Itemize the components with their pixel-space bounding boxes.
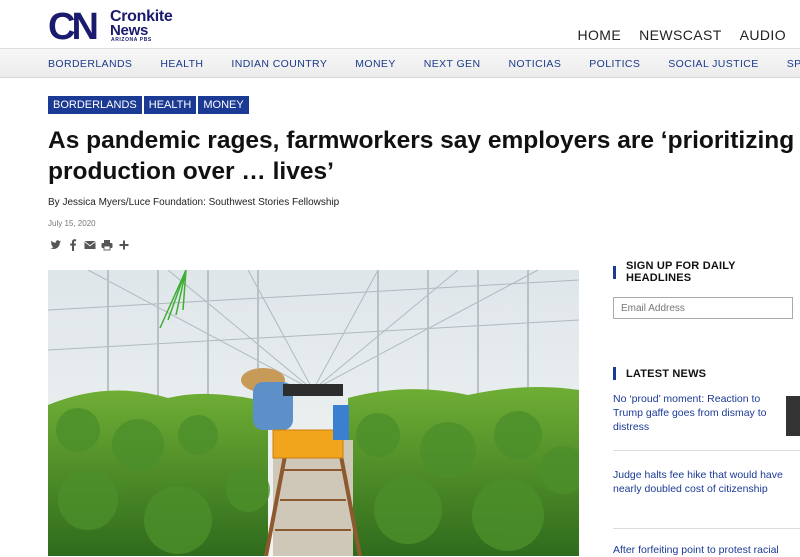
latest-news-item[interactable]: Judge halts fee hike that would have nea… — [613, 468, 783, 496]
heading-accent-bar — [613, 367, 616, 380]
plus-icon[interactable] — [118, 238, 130, 250]
share-bar — [50, 238, 130, 251]
section-nav-noticias[interactable]: NOTICIAS — [508, 58, 561, 70]
divider — [613, 450, 800, 451]
section-nav-sport[interactable]: SPORT — [787, 58, 800, 70]
section-nav-indian-country[interactable]: INDIAN COUNTRY — [231, 58, 327, 70]
top-nav-newscast[interactable]: NEWSCAST — [639, 27, 722, 43]
article-tags: BORDERLANDS HEALTH MONEY — [48, 96, 249, 114]
article-date: July 15, 2020 — [48, 219, 96, 228]
article-hero-image — [48, 270, 579, 556]
facebook-icon[interactable] — [67, 238, 79, 251]
tag-health[interactable]: HEALTH — [143, 96, 197, 114]
print-icon[interactable] — [101, 238, 113, 251]
latest-news-item[interactable]: No ‘proud’ moment: Reaction to Trump gaf… — [613, 392, 783, 434]
tag-borderlands[interactable]: BORDERLANDS — [48, 96, 142, 114]
article-title: As pandemic rages, farmworkers say emplo… — [48, 127, 795, 185]
twitter-icon[interactable] — [50, 238, 62, 250]
email-field[interactable] — [613, 297, 793, 319]
latest-news-item[interactable]: After forfeiting point to protest racial — [613, 543, 783, 557]
cronkite-news-logo[interactable]: CN Cronkite News ARIZONA PBS — [48, 6, 188, 44]
section-nav-money[interactable]: MONEY — [355, 58, 396, 70]
top-nav: HOME NEWSCAST AUDIO — [578, 27, 787, 43]
email-icon[interactable] — [84, 238, 96, 250]
section-nav-next-gen[interactable]: NEXT GEN — [424, 58, 481, 70]
article-byline: By Jessica Myers/Luce Foundation: Southw… — [48, 197, 340, 208]
section-nav: BORDERLANDS HEALTH INDIAN COUNTRY MONEY … — [0, 48, 800, 78]
divider — [613, 528, 800, 529]
tag-money[interactable]: MONEY — [198, 96, 249, 114]
section-nav-borderlands[interactable]: BORDERLANDS — [48, 58, 132, 70]
section-nav-health[interactable]: HEALTH — [160, 58, 203, 70]
logo-subtitle: ARIZONA PBS — [111, 37, 152, 43]
top-nav-home[interactable]: HOME — [578, 27, 622, 43]
sidebar: SIGN UP FOR DAILY HEADLINES LATEST NEWS … — [613, 260, 800, 556]
cn-logo-icon: CN — [48, 6, 100, 44]
heading-accent-bar — [613, 265, 616, 279]
top-nav-audio[interactable]: AUDIO — [740, 27, 786, 43]
latest-news-title: LATEST NEWS — [626, 367, 707, 380]
news-thumbnail[interactable] — [786, 396, 800, 436]
signup-heading: SIGN UP FOR DAILY HEADLINES — [613, 260, 800, 284]
svg-text:CN: CN — [48, 6, 96, 44]
section-nav-politics[interactable]: POLITICS — [589, 58, 640, 70]
site-header: CN Cronkite News ARIZONA PBS HOME NEWSCA… — [0, 0, 800, 48]
section-nav-social-justice[interactable]: SOCIAL JUSTICE — [668, 58, 758, 70]
signup-title: SIGN UP FOR DAILY HEADLINES — [625, 260, 736, 284]
latest-news-heading: LATEST NEWS — [613, 367, 706, 380]
